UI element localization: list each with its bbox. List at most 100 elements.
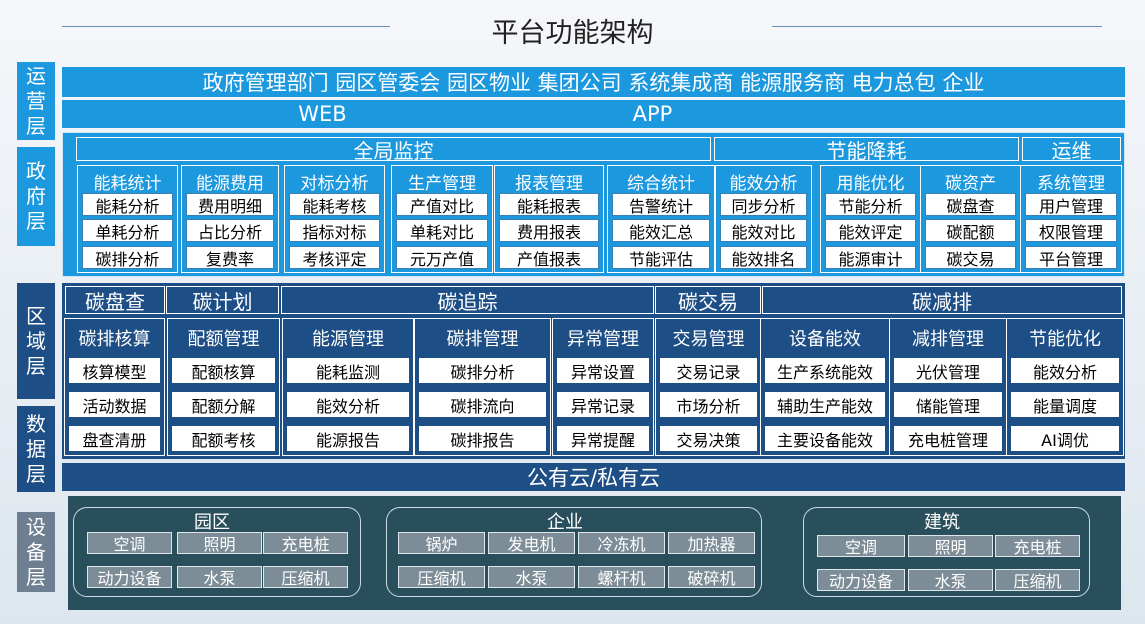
gov-module-title: 生产管理 [408,173,476,194]
gov-function-cell: 占比分析 [186,219,274,242]
side-label-ops: 运营层 [17,62,55,140]
side-label-char: 层 [26,353,46,378]
region-function-cell: 生产系统能效 [764,357,886,384]
device-item: 压缩机 [995,569,1080,591]
region-function-cell: 储能管理 [893,391,1003,418]
gov-header-monitor: 全局监控 [76,137,711,163]
region-header-1: 碳盘查 [65,286,165,314]
device-item: 充电桩 [263,532,348,554]
device-group-title: 园区 [194,512,230,533]
gov-function-cell: 元万产值 [396,246,488,269]
side-label-char: 层 [26,564,46,589]
gov-function-cell: 碳交易 [925,246,1016,269]
region-function-cell: 能耗监测 [286,357,410,384]
side-label-char: 据 [26,436,46,461]
gov-module-title: 能耗统计 [93,173,162,194]
device-item: 充电桩 [995,535,1080,557]
region-function-cell: 异常设置 [556,357,650,384]
region-function-cell: 碳排流向 [418,391,547,418]
region-function-cell: 核算模型 [68,357,161,384]
gov-function-cell: 指标对标 [289,219,380,242]
region-module-title: 节能优化 [1029,329,1101,350]
gov-module-title: 系统管理 [1037,173,1105,194]
device-item: 发电机 [488,532,575,554]
region-function-cell: 交易决策 [659,425,758,452]
device-item: 照明 [908,535,993,557]
page-title: 平台功能架构 [491,17,654,49]
region-module-title: 能源管理 [312,329,384,350]
region-function-cell: 交易记录 [659,357,758,384]
region-header-5: 碳减排 [762,286,1122,314]
device-item: 照明 [177,532,262,554]
device-item: 冷冻机 [578,532,665,554]
gov-header-saving: 节能降耗 [714,137,1019,163]
gov-function-cell: 复费率 [186,246,274,269]
region-function-cell: 辅助生产能效 [764,391,886,418]
region-function-cell: 能量调度 [1010,391,1120,418]
region-module-title: 交易管理 [672,329,745,350]
device-item: 水泵 [488,566,575,588]
app-label: APP [632,102,673,126]
region-function-cell: 主要设备能效 [764,425,886,452]
device-item: 螺杆机 [578,566,665,588]
side-label-char: 备 [26,539,46,564]
gov-function-cell: 碳配额 [925,219,1016,242]
gov-module-title: 能源费用 [196,173,264,194]
region-module-title: 碳排管理 [446,329,519,350]
side-label-char: 区 [26,303,46,328]
gov-function-cell: 节能评估 [612,246,710,269]
region-function-cell: 配额考核 [171,425,276,452]
device-item: 锅炉 [398,532,485,554]
side-label-char: 政 [26,159,46,183]
device-item: 动力设备 [87,566,172,588]
side-label-char: 层 [26,461,46,486]
device-group-title: 建筑 [924,512,960,533]
device-item: 空调 [817,535,905,557]
title-line-left [62,26,390,27]
device-item: 水泵 [908,569,993,591]
device-item: 水泵 [177,566,262,588]
device-item: 加热器 [668,532,755,554]
gov-function-cell: 能效汇总 [612,219,710,242]
region-module-title: 设备能效 [789,329,861,350]
side-label-char: 层 [26,209,46,233]
region-function-cell: AI调优 [1010,425,1120,452]
region-function-cell: 碳排报告 [418,425,547,452]
region-header-4: 碳交易 [655,286,761,314]
gov-function-cell: 能源审计 [825,246,916,269]
region-function-cell: 能效分析 [286,391,410,418]
region-function-cell: 配额分解 [171,391,276,418]
side-label-char: 府 [26,184,46,208]
side-label-data: 数据层 [17,406,55,492]
gov-function-cell: 能耗分析 [82,193,173,216]
gov-function-cell: 产值报表 [499,246,599,269]
region-function-cell: 活动数据 [68,391,161,418]
region-header-3: 碳追踪 [281,286,654,314]
region-function-cell: 异常记录 [556,391,650,418]
gov-function-cell: 考核评定 [289,246,380,269]
gov-module-title: 用能优化 [836,173,905,194]
side-label-char: 数 [26,411,46,436]
device-item: 动力设备 [817,569,905,591]
gov-function-cell: 单耗分析 [82,219,173,242]
region-module-title: 碳排核算 [78,329,151,350]
gov-module-title: 综合统计 [627,173,695,194]
region-header-2: 碳计划 [166,286,279,314]
gov-function-cell: 碳排分析 [82,246,173,269]
side-label-char: 运 [26,63,46,88]
gov-module-title: 对标分析 [300,173,369,194]
side-label-region: 区域层 [17,283,55,399]
side-label-device: 设备层 [17,512,55,592]
device-item: 压缩机 [398,566,485,588]
gov-function-cell: 能效对比 [720,219,807,242]
title-line-right [772,26,1102,27]
gov-function-cell: 能耗报表 [499,193,599,216]
side-label-char: 层 [26,113,46,138]
region-function-cell: 充电桩管理 [893,425,1003,452]
gov-function-cell: 平台管理 [1025,246,1117,269]
side-label-char: 域 [26,328,46,353]
region-module-title: 配额管理 [187,329,260,350]
region-function-cell: 异常提醒 [556,425,650,452]
gov-module-title: 碳资产 [945,173,996,194]
gov-module-title: 能效分析 [729,173,798,194]
